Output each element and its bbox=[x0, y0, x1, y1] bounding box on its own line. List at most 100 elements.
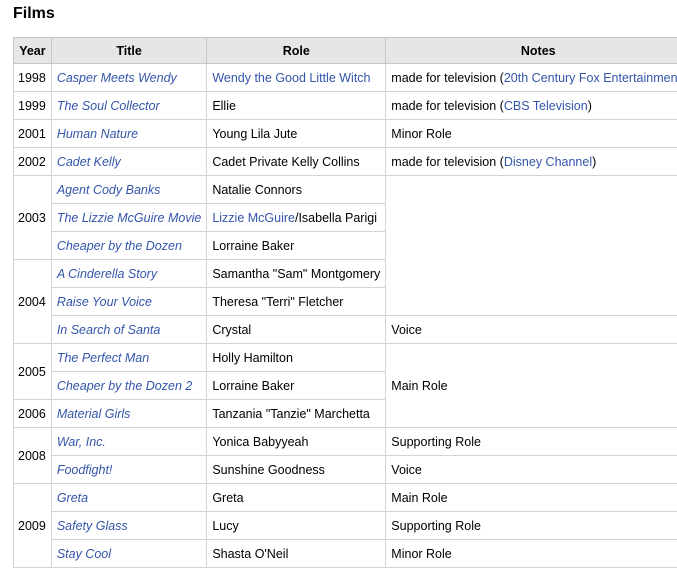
notes-cell: Supporting Role bbox=[385, 427, 677, 456]
header-row: Year Title Role Notes bbox=[13, 37, 677, 64]
table-row: 1999 The Soul Collector Ellie made for t… bbox=[13, 91, 677, 120]
role-cell: Young Lila Jute bbox=[206, 119, 387, 148]
title-cell: Material Girls bbox=[50, 399, 208, 428]
notes-cell: Voice bbox=[385, 455, 677, 484]
notes-text: made for television ( bbox=[391, 98, 504, 113]
notes-cell: made for television (20th Century Fox En… bbox=[385, 63, 677, 92]
notes-link[interactable]: 20th Century Fox Entertainment bbox=[504, 71, 677, 85]
notes-after: ) bbox=[592, 154, 597, 169]
year-cell: 1998 bbox=[13, 63, 52, 92]
year-cell: 2006 bbox=[13, 399, 52, 428]
table-body: 1998 Casper Meets Wendy Wendy the Good L… bbox=[13, 63, 677, 568]
film-title-link[interactable]: Greta bbox=[57, 491, 88, 505]
title-cell: Raise Your Voice bbox=[50, 287, 208, 316]
table-row: Stay Cool Shasta O'Neil Minor Role bbox=[14, 539, 677, 568]
year-cell: 2009 bbox=[13, 483, 52, 568]
film-title-link[interactable]: Foodfight! bbox=[57, 463, 113, 477]
role-link[interactable]: Lizzie McGuire bbox=[212, 211, 295, 225]
table-row: 1998 Casper Meets Wendy Wendy the Good L… bbox=[13, 63, 677, 92]
film-title-link[interactable]: Casper Meets Wendy bbox=[57, 71, 177, 85]
title-cell: Safety Glass bbox=[50, 511, 208, 540]
film-title-link[interactable]: Cadet Kelly bbox=[57, 155, 121, 169]
film-title-link[interactable]: The Lizzie McGuire Movie bbox=[57, 211, 202, 225]
film-title-link[interactable]: A Cinderella Story bbox=[57, 267, 157, 281]
title-cell: Cadet Kelly bbox=[50, 147, 208, 176]
year-cell: 2003 bbox=[13, 175, 52, 260]
notes-after: ) bbox=[587, 98, 592, 113]
section-heading: Films bbox=[13, 5, 55, 22]
year-cell: 2008 bbox=[13, 427, 52, 484]
column-header-notes[interactable]: Notes bbox=[385, 37, 677, 64]
role-cell: Greta bbox=[206, 483, 387, 512]
table-row: 2002 Cadet Kelly Cadet Private Kelly Col… bbox=[13, 147, 677, 176]
role-cell: Lizzie McGuire/Isabella Parigi bbox=[206, 203, 387, 232]
role-link[interactable]: Wendy the Good Little Witch bbox=[212, 71, 370, 85]
film-title-link[interactable]: Material Girls bbox=[57, 407, 131, 421]
role-cell: Sunshine Goodness bbox=[206, 455, 387, 484]
film-title-link[interactable]: The Perfect Man bbox=[57, 351, 149, 365]
title-cell: Foodfight! bbox=[50, 455, 208, 484]
title-cell: Agent Cody Banks bbox=[50, 175, 208, 204]
role-text: /Isabella Parigi bbox=[294, 210, 377, 225]
role-cell: Natalie Connors bbox=[206, 175, 387, 204]
table-row: 2009 Greta Greta Main Role bbox=[13, 483, 677, 568]
notes-cell: Minor Role bbox=[385, 539, 677, 568]
notes-cell: Main Role bbox=[385, 483, 677, 512]
film-title-link[interactable]: Cheaper by the Dozen 2 bbox=[57, 379, 193, 393]
title-cell: Cheaper by the Dozen bbox=[50, 231, 208, 260]
title-cell: The Lizzie McGuire Movie bbox=[50, 203, 208, 232]
film-title-link[interactable]: In Search of Santa bbox=[57, 323, 161, 337]
title-cell: A Cinderella Story bbox=[50, 259, 208, 288]
role-cell: Theresa "Terri" Fletcher bbox=[206, 287, 387, 316]
film-title-link[interactable]: Cheaper by the Dozen bbox=[57, 239, 182, 253]
title-cell: War, Inc. bbox=[50, 427, 208, 456]
title-cell: Casper Meets Wendy bbox=[50, 63, 208, 92]
film-title-link[interactable]: The Soul Collector bbox=[57, 99, 160, 113]
notes-cell: made for television (Disney Channel) bbox=[385, 147, 677, 176]
role-cell: Lucy bbox=[206, 511, 387, 540]
film-title-link[interactable]: War, Inc. bbox=[57, 435, 106, 449]
notes-link[interactable]: CBS Television bbox=[504, 99, 588, 113]
title-cell: Greta bbox=[50, 483, 208, 512]
year-cell: 2001 bbox=[13, 119, 52, 148]
notes-text: made for television ( bbox=[391, 154, 504, 169]
notes-cell: Main Role bbox=[385, 343, 677, 428]
role-cell: Samantha "Sam" Montgomery bbox=[206, 259, 387, 288]
film-title-link[interactable]: Raise Your Voice bbox=[57, 295, 152, 309]
table-row: 2003 Agent Cody Banks Natalie Connors bbox=[13, 175, 677, 316]
notes-cell: Minor Role bbox=[385, 119, 677, 148]
table-row: Safety Glass Lucy Supporting Role bbox=[14, 511, 677, 540]
role-cell: Crystal bbox=[206, 315, 387, 344]
year-cell: 1999 bbox=[13, 91, 52, 120]
notes-cell: Supporting Role bbox=[385, 511, 677, 540]
role-cell: Yonica Babyyeah bbox=[206, 427, 387, 456]
title-cell: Human Nature bbox=[50, 119, 208, 148]
role-cell: Tanzania "Tanzie" Marchetta bbox=[206, 399, 387, 428]
table-row: 2001 Human Nature Young Lila Jute Minor … bbox=[13, 119, 677, 148]
title-cell: Cheaper by the Dozen 2 bbox=[50, 371, 208, 400]
table-row: 2008 War, Inc. Yonica Babyyeah Supportin… bbox=[13, 427, 677, 484]
film-title-link[interactable]: Agent Cody Banks bbox=[57, 183, 161, 197]
title-cell: In Search of Santa bbox=[50, 315, 208, 344]
notes-cell: made for television (CBS Television) bbox=[385, 91, 677, 120]
notes-text: made for television ( bbox=[391, 70, 504, 85]
table-header: Year Title Role Notes bbox=[13, 37, 677, 64]
title-cell: Stay Cool bbox=[50, 539, 208, 568]
notes-link[interactable]: Disney Channel bbox=[504, 155, 592, 169]
title-cell: The Soul Collector bbox=[50, 91, 208, 120]
column-header-title[interactable]: Title bbox=[50, 37, 208, 64]
year-cell: 2004 bbox=[13, 259, 52, 344]
year-cell: 2005 bbox=[13, 343, 52, 400]
table-row: Foodfight! Sunshine Goodness Voice bbox=[14, 455, 677, 484]
notes-cell: Voice bbox=[385, 315, 677, 344]
notes-cell bbox=[385, 175, 677, 316]
role-cell: Holly Hamilton bbox=[206, 343, 387, 372]
films-table: Year Title Role Notes 1998 Casper Meets … bbox=[13, 37, 677, 568]
role-cell: Lorraine Baker bbox=[206, 231, 387, 260]
film-title-link[interactable]: Stay Cool bbox=[57, 547, 111, 561]
film-title-link[interactable]: Safety Glass bbox=[57, 519, 128, 533]
role-cell: Shasta O'Neil bbox=[206, 539, 387, 568]
column-header-role[interactable]: Role bbox=[206, 37, 387, 64]
film-title-link[interactable]: Human Nature bbox=[57, 127, 138, 141]
column-header-year[interactable]: Year bbox=[13, 37, 52, 64]
